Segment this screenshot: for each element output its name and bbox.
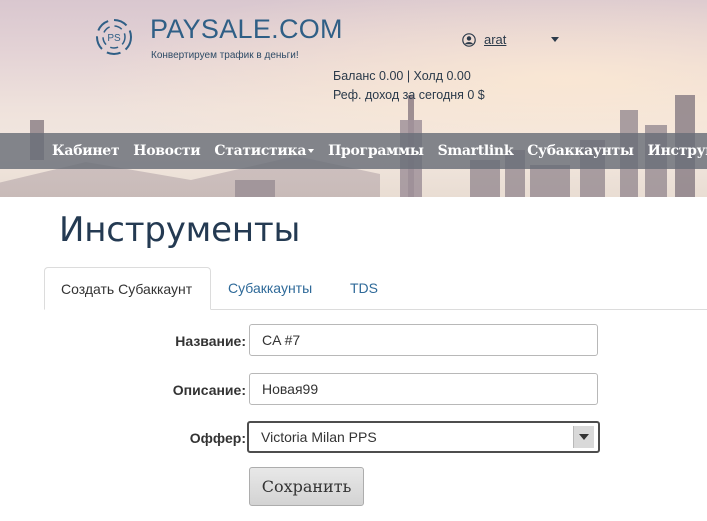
skyline-building (235, 180, 275, 197)
form-row-offer: Оффер: Victoria Milan PPS (0, 421, 707, 455)
brand-name[interactable]: PAYSALE.COM (150, 14, 343, 45)
name-input[interactable]: CA #7 (249, 324, 598, 356)
form-row-name: Название: CA #7 (0, 324, 707, 358)
nav-item-cabinet[interactable]: Кабинет (52, 143, 120, 159)
chevron-down-icon[interactable] (573, 426, 594, 448)
username-link[interactable]: arat (484, 32, 506, 47)
user-icon (462, 32, 476, 47)
brand-tagline: Конвертируем трафик в деньги! (151, 50, 299, 61)
nav-item-statistics[interactable]: Статистика (214, 143, 315, 159)
page-title: Инструменты (59, 210, 301, 250)
skyline-building (530, 165, 570, 197)
tab-subaccounts[interactable]: Субаккаунты (212, 267, 328, 309)
logo-icon: PS (96, 19, 132, 55)
user-menu[interactable]: arat (462, 32, 506, 47)
chevron-down-icon (308, 149, 315, 153)
nav-item-programs[interactable]: Программы (328, 143, 424, 159)
balance-line: Баланс 0.00 | Холд 0.00 (333, 69, 471, 83)
referral-income: Реф. доход за сегодня 0 $ (333, 88, 485, 102)
tab-bar: Создать Субаккаунт Субаккаунты TDS (44, 267, 707, 310)
save-button[interactable]: Сохранить (249, 467, 364, 506)
nav-item-tools[interactable]: Инструменты (648, 143, 707, 159)
name-label: Название: (175, 333, 246, 349)
description-input[interactable]: Новая99 (249, 373, 598, 405)
nav-item-smartlink[interactable]: Smartlink (438, 143, 514, 159)
tab-tds[interactable]: TDS (334, 267, 394, 309)
svg-text:PS: PS (107, 33, 121, 44)
tab-create-subaccount[interactable]: Создать Субаккаунт (44, 267, 211, 310)
main-navbar: Кабинет Новости Статистика Программы Sma… (0, 133, 707, 169)
offer-select[interactable]: Victoria Milan PPS (247, 421, 600, 453)
form-row-description: Описание: Новая99 (0, 373, 707, 407)
balance-info: Баланс 0.00 | Холд 0.00 Реф. доход за се… (333, 67, 485, 105)
offer-selected-value: Victoria Milan PPS (261, 429, 377, 445)
header: PS PAYSALE.COM Конвертируем трафик в ден… (0, 0, 707, 197)
description-label: Описание: (172, 382, 246, 398)
nav-item-news[interactable]: Новости (133, 143, 200, 159)
nav-item-statistics-label: Статистика (214, 143, 307, 159)
nav-item-subaccounts[interactable]: Субаккаунты (527, 143, 634, 159)
offer-label: Оффер: (189, 430, 246, 446)
chevron-down-icon[interactable] (551, 37, 559, 42)
